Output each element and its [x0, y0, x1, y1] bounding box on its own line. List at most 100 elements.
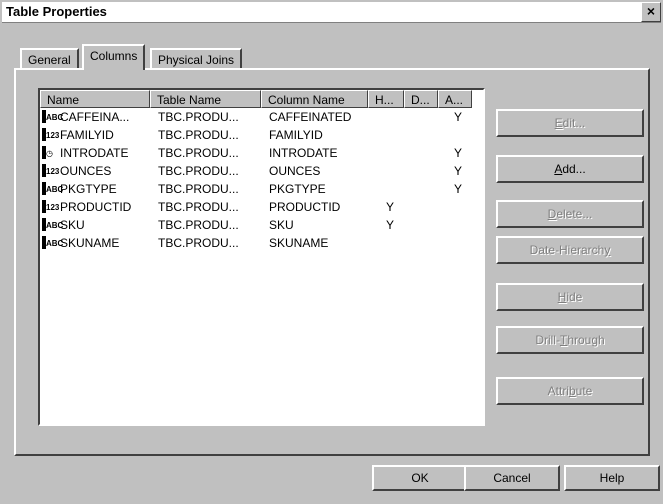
- cell-column: INTRODATE: [269, 146, 338, 160]
- tab-physical-joins[interactable]: Physical Joins: [150, 48, 243, 68]
- ok-button[interactable]: OK: [372, 465, 468, 491]
- attribute-button[interactable]: Attribute: [496, 377, 644, 405]
- date-hierarchy-label-pre: Date-Hierarch: [529, 243, 605, 257]
- edit-button[interactable]: Edit...: [496, 109, 644, 137]
- add-label-post: dd...: [562, 162, 586, 176]
- cell-name: PRODUCTID: [60, 200, 132, 214]
- cell-d: [420, 162, 440, 180]
- help-button[interactable]: Help: [564, 465, 660, 491]
- cell-h: [386, 144, 406, 162]
- header-table-name[interactable]: Table Name: [150, 90, 261, 108]
- date-type-icon: ◷: [42, 146, 60, 159]
- cell-a: [454, 126, 474, 144]
- cell-a: Y: [454, 146, 463, 160]
- list-item[interactable]: ABC CAFFEINA... TBC.PRODU... CAFFEINATED Y: [40, 108, 483, 126]
- cell-d: [420, 126, 440, 144]
- cell-h: [386, 126, 406, 144]
- numeric-type-icon: 123: [42, 164, 60, 177]
- cell-column: SKUNAME: [269, 236, 329, 250]
- cell-name: FAMILYID: [60, 128, 114, 142]
- cell-d: [420, 180, 440, 198]
- close-button[interactable]: ×: [641, 2, 661, 22]
- dialog-title: Table Properties: [6, 4, 107, 19]
- cell-table: TBC.PRODU...: [158, 128, 239, 142]
- cell-column: PRODUCTID: [269, 200, 341, 214]
- cell-table: TBC.PRODU...: [158, 200, 239, 214]
- header-column-name[interactable]: Column Name: [261, 90, 368, 108]
- header-name[interactable]: Name: [40, 90, 150, 108]
- cell-table: TBC.PRODU...: [158, 146, 239, 160]
- cell-d: [420, 216, 440, 234]
- hide-button[interactable]: Hide: [496, 283, 644, 311]
- list-item[interactable]: 123 OUNCES TBC.PRODU... OUNCES Y: [40, 162, 483, 180]
- cell-table: TBC.PRODU...: [158, 164, 239, 178]
- numeric-type-icon: 123: [42, 200, 60, 213]
- cell-column: FAMILYID: [269, 128, 323, 142]
- cell-column: PKGTYPE: [269, 182, 326, 196]
- list-item[interactable]: ABC SKU TBC.PRODU... SKU Y: [40, 216, 483, 234]
- cell-a: [454, 234, 474, 252]
- tab-columns[interactable]: Columns: [82, 44, 146, 70]
- drill-through-label-post: hrough: [567, 333, 605, 347]
- cell-table: TBC.PRODU...: [158, 110, 239, 124]
- tab-general[interactable]: General: [20, 48, 79, 68]
- hide-label-post: ide: [566, 290, 583, 304]
- cell-a: Y: [454, 164, 463, 178]
- attribute-label-pre: Attri: [547, 384, 569, 398]
- list-item[interactable]: ◷ INTRODATE TBC.PRODU... INTRODATE Y: [40, 144, 483, 162]
- abc-type-icon: ABC: [42, 218, 63, 231]
- list-item[interactable]: ABC SKUNAME TBC.PRODU... SKUNAME: [40, 234, 483, 252]
- cell-d: [420, 198, 440, 216]
- edit-label-post: dit...: [562, 116, 586, 130]
- list-item[interactable]: ABC PKGTYPE TBC.PRODU... PKGTYPE Y: [40, 180, 483, 198]
- list-item[interactable]: 123 PRODUCTID TBC.PRODU... PRODUCTID Y: [40, 198, 483, 216]
- cell-table: TBC.PRODU...: [158, 218, 239, 232]
- attribute-label-post: ute: [575, 384, 593, 398]
- cell-column: CAFFEINATED: [269, 110, 352, 124]
- abc-type-icon: ABC: [42, 182, 63, 195]
- columns-list[interactable]: Name Table Name Column Name H... D... A.…: [38, 88, 485, 426]
- delete-label-mnemonic: D: [547, 207, 557, 221]
- cell-name: PKGTYPE: [60, 182, 117, 196]
- add-button[interactable]: Add...: [496, 155, 644, 183]
- cell-h: Y: [386, 218, 395, 232]
- cell-h: Y: [386, 200, 395, 214]
- cell-h: [386, 234, 406, 252]
- delete-button[interactable]: Delete...: [496, 200, 644, 228]
- header-d[interactable]: D...: [404, 90, 438, 108]
- cell-column: OUNCES: [269, 164, 321, 178]
- header-h[interactable]: H...: [368, 90, 404, 108]
- cell-name: SKU: [60, 218, 85, 232]
- cell-name: INTRODATE: [60, 146, 129, 160]
- cell-name: OUNCES: [60, 164, 112, 178]
- date-hierarchy-button[interactable]: Date-Hierarchy: [496, 236, 644, 264]
- cell-name: CAFFEINA...: [60, 110, 130, 124]
- title-bar[interactable]: Table Properties ×: [2, 2, 661, 23]
- cancel-button[interactable]: Cancel: [464, 465, 560, 491]
- close-icon: ×: [646, 3, 656, 19]
- numeric-type-icon: 123: [42, 128, 60, 141]
- list-item[interactable]: 123 FAMILYID TBC.PRODU... FAMILYID: [40, 126, 483, 144]
- cell-d: [420, 108, 440, 126]
- cell-d: [420, 144, 440, 162]
- cell-d: [420, 234, 440, 252]
- cell-table: TBC.PRODU...: [158, 236, 239, 250]
- cell-a: Y: [454, 182, 463, 196]
- type-glyph: ◷: [46, 149, 53, 158]
- type-glyph: 123: [46, 167, 60, 176]
- drill-through-button[interactable]: Drill-Through: [496, 326, 644, 354]
- cell-column: SKU: [269, 218, 294, 232]
- cell-table: TBC.PRODU...: [158, 182, 239, 196]
- cell-h: [386, 180, 406, 198]
- abc-type-icon: ABC: [42, 236, 63, 249]
- header-a[interactable]: A...: [438, 90, 472, 108]
- cell-a: [454, 216, 474, 234]
- date-hierarchy-label-mnemonic: y: [604, 243, 611, 257]
- type-glyph: 123: [46, 131, 60, 140]
- cell-name: SKUNAME: [60, 236, 120, 250]
- drill-through-label-pre: Drill-: [535, 333, 560, 347]
- type-glyph: 123: [46, 203, 60, 212]
- edit-label-mnemonic: E: [554, 116, 563, 130]
- abc-type-icon: ABC: [42, 110, 63, 123]
- attribute-label-mnemonic: b: [568, 384, 576, 398]
